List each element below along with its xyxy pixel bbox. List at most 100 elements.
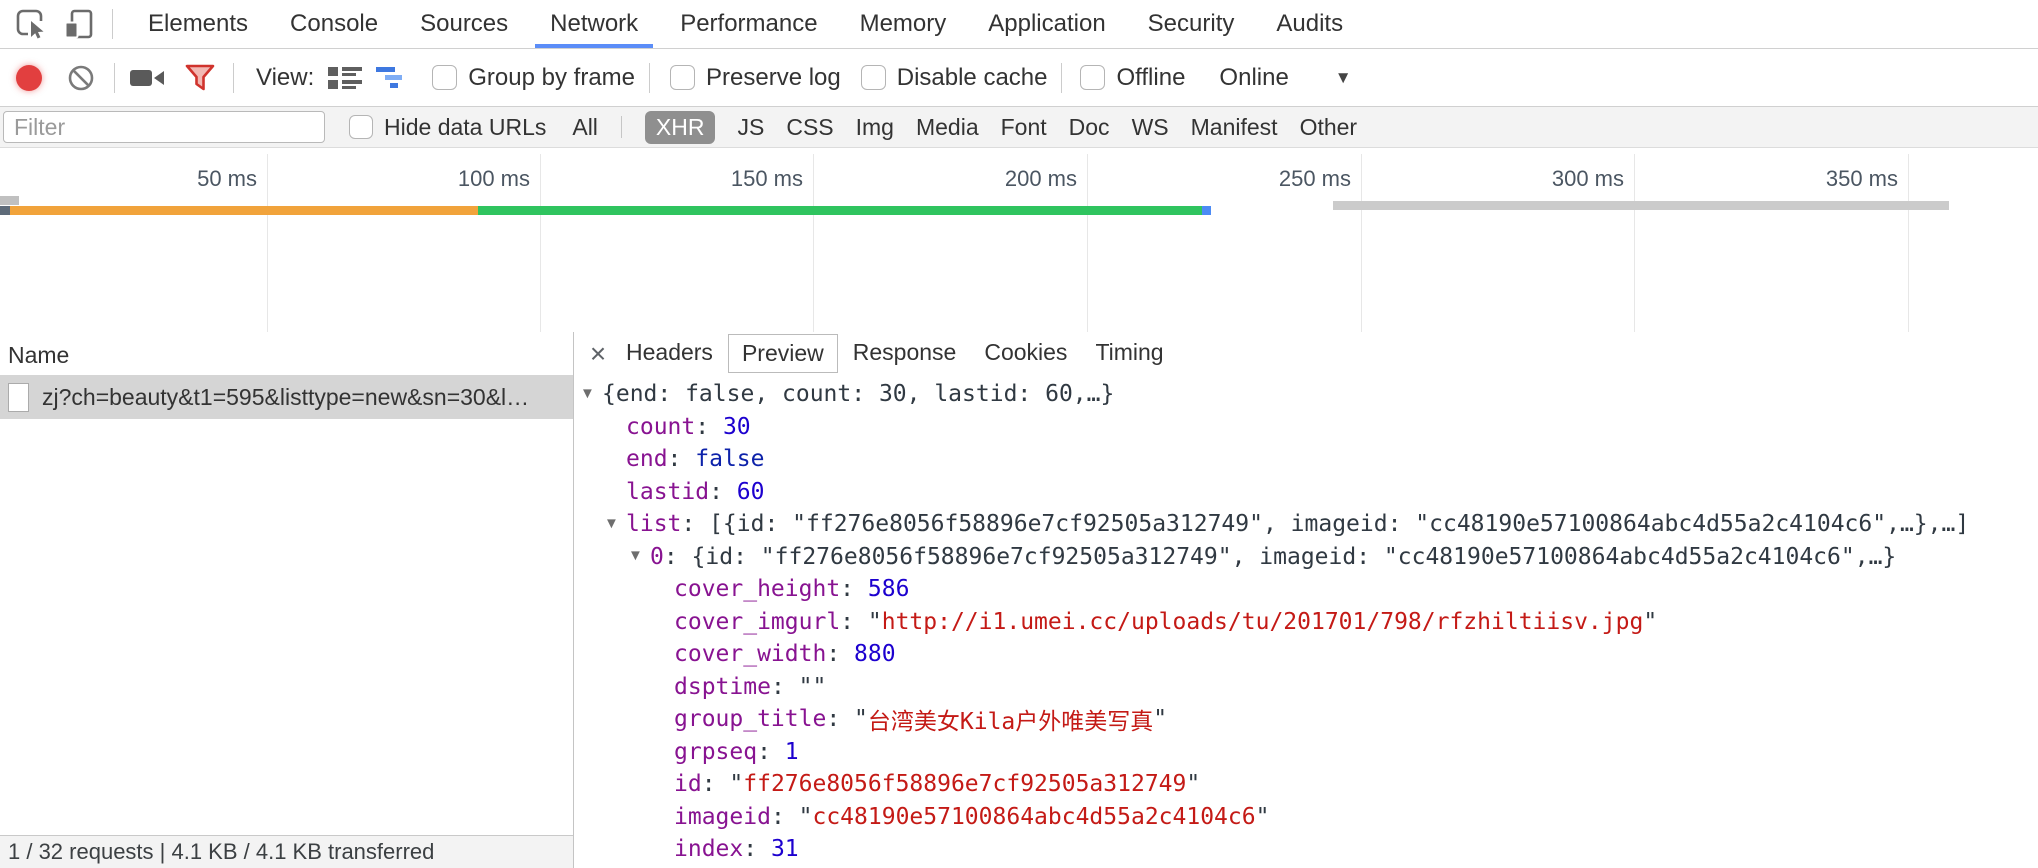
overview-scroll-thumb[interactable] bbox=[1333, 201, 1949, 210]
tab-console[interactable]: Console bbox=[269, 0, 399, 48]
devtools-tabbar: ElementsConsoleSourcesNetworkPerformance… bbox=[0, 0, 2038, 49]
network-overview[interactable]: 50 ms100 ms150 ms200 ms250 ms300 ms350 m… bbox=[0, 148, 2038, 335]
inspect-cursor-icon bbox=[14, 7, 48, 41]
request-row[interactable]: zj?ch=beauty&t1=595&listtype=new&sn=30&l… bbox=[0, 375, 573, 419]
timeline-gridline bbox=[1634, 154, 1635, 334]
clear-button[interactable] bbox=[62, 59, 100, 97]
filter-type-media[interactable]: Media bbox=[916, 114, 979, 141]
tree-text-num: 586 bbox=[868, 576, 910, 602]
tree-row: ▼{end: false, count: 30, lastid: 60,…} bbox=[574, 378, 2038, 411]
tab-sources[interactable]: Sources bbox=[399, 0, 529, 48]
tree-text-plain: " bbox=[1643, 609, 1657, 635]
filter-type-xhr[interactable]: XHR bbox=[645, 111, 716, 144]
close-details-button[interactable]: × bbox=[584, 340, 612, 368]
group-by-frame-checkbox[interactable]: Group by frame bbox=[432, 64, 635, 92]
tree-text-plain: : bbox=[709, 479, 737, 505]
tree-text-key: count bbox=[626, 414, 695, 440]
offline-checkbox[interactable]: Offline bbox=[1080, 64, 1185, 92]
timeline-tick-label: 200 ms bbox=[907, 166, 1077, 192]
filter-type-css[interactable]: CSS bbox=[786, 114, 833, 141]
filter-type-other[interactable]: Other bbox=[1300, 114, 1358, 141]
checkbox-icon bbox=[861, 65, 886, 90]
tree-text-key: lastid bbox=[626, 479, 709, 505]
preserve-log-checkbox[interactable]: Preserve log bbox=[670, 64, 841, 92]
tree-text-str: cc48190e57100864abc4d55a2c4104c6 bbox=[812, 804, 1255, 830]
filter-type-doc[interactable]: Doc bbox=[1069, 114, 1110, 141]
tree-text-str: ff276e8056f58896e7cf92505a312749 bbox=[743, 771, 1186, 797]
filter-type-manifest[interactable]: Manifest bbox=[1191, 114, 1278, 141]
checkbox-icon bbox=[670, 65, 695, 90]
tree-row: imageid: "cc48190e57100864abc4d55a2c4104… bbox=[574, 801, 2038, 834]
timeline-gridline bbox=[813, 154, 814, 334]
inspect-element-button[interactable] bbox=[12, 5, 50, 43]
disable-cache-checkbox[interactable]: Disable cache bbox=[861, 64, 1048, 92]
details-tab-timing[interactable]: Timing bbox=[1082, 334, 1176, 373]
tab-performance[interactable]: Performance bbox=[659, 0, 838, 48]
capture-screenshots-button[interactable] bbox=[129, 59, 167, 97]
view-label: View: bbox=[256, 64, 314, 92]
timeline-tick-label: 100 ms bbox=[360, 166, 530, 192]
filter-divider bbox=[621, 116, 622, 138]
filter-type-all[interactable]: All bbox=[572, 114, 598, 141]
filter-toggle-button[interactable] bbox=[181, 59, 219, 97]
tree-row: grpseq: 1 bbox=[574, 736, 2038, 769]
funnel-filter-icon bbox=[184, 63, 216, 93]
checkbox-icon bbox=[432, 65, 457, 90]
overview-bar-segment bbox=[0, 206, 10, 215]
expand-arrow-icon[interactable]: ▼ bbox=[580, 385, 602, 402]
filter-input[interactable] bbox=[3, 111, 325, 143]
expand-arrow-icon[interactable]: ▼ bbox=[604, 515, 626, 532]
tree-text-key: list bbox=[626, 511, 681, 537]
tree-row: count: 30 bbox=[574, 411, 2038, 444]
overview-bar-segment bbox=[10, 206, 478, 215]
filter-type-font[interactable]: Font bbox=[1001, 114, 1047, 141]
expand-arrow-icon[interactable]: ▼ bbox=[628, 547, 650, 564]
tab-network[interactable]: Network bbox=[529, 0, 659, 48]
tree-text-plain: " bbox=[1153, 706, 1167, 732]
device-toolbar-button[interactable] bbox=[60, 5, 98, 43]
details-tab-preview[interactable]: Preview bbox=[728, 334, 838, 373]
record-icon bbox=[16, 65, 42, 91]
tree-text-key: grpseq bbox=[674, 739, 757, 765]
tab-memory[interactable]: Memory bbox=[839, 0, 968, 48]
tab-audits[interactable]: Audits bbox=[1255, 0, 1364, 48]
tree-text-key: 0 bbox=[650, 544, 664, 570]
tree-text-plain: : {id: "ff276e8056f58896e7cf92505a312749… bbox=[664, 544, 1896, 570]
details-tab-headers[interactable]: Headers bbox=[613, 334, 726, 373]
filter-type-img[interactable]: Img bbox=[856, 114, 894, 141]
panel-tabs: ElementsConsoleSourcesNetworkPerformance… bbox=[127, 0, 1364, 48]
tab-application[interactable]: Application bbox=[967, 0, 1126, 48]
details-tab-response[interactable]: Response bbox=[840, 334, 970, 373]
active-tab-indicator bbox=[535, 44, 653, 48]
timeline-tick-label: 150 ms bbox=[633, 166, 803, 192]
tree-text-bool: false bbox=[695, 446, 764, 472]
tree-text-key: dsptime bbox=[674, 674, 771, 700]
throttling-caret-icon[interactable]: ▼ bbox=[1335, 68, 1352, 88]
tree-text-plain: : bbox=[695, 414, 723, 440]
tree-row: ▼0: {id: "ff276e8056f58896e7cf92505a3127… bbox=[574, 541, 2038, 574]
preserve-log-label: Preserve log bbox=[706, 64, 841, 92]
details-tab-cookies[interactable]: Cookies bbox=[971, 334, 1080, 373]
tree-text-plain: {end: false, count: 30, lastid: 60,…} bbox=[602, 381, 1114, 407]
tab-security[interactable]: Security bbox=[1127, 0, 1256, 48]
tab-elements[interactable]: Elements bbox=[127, 0, 269, 48]
hide-data-urls-checkbox[interactable]: Hide data URLs bbox=[349, 114, 546, 141]
waterfall-view-button[interactable] bbox=[374, 59, 412, 97]
overview-bar-segment bbox=[478, 206, 1202, 215]
offline-label: Offline bbox=[1116, 64, 1185, 92]
tree-row: id: "ff276e8056f58896e7cf92505a312749" bbox=[574, 768, 2038, 801]
throttling-select[interactable]: Online bbox=[1219, 64, 1288, 92]
list-view-icon bbox=[328, 65, 362, 91]
timeline-gridline bbox=[1908, 154, 1909, 334]
record-button[interactable] bbox=[10, 59, 48, 97]
details-tabbar: × HeadersPreviewResponseCookiesTiming bbox=[574, 332, 2038, 375]
filter-type-js[interactable]: JS bbox=[737, 114, 764, 141]
tree-text-key: cover_imgurl bbox=[674, 609, 840, 635]
tree-text-plain: : bbox=[743, 836, 771, 862]
filter-type-ws[interactable]: WS bbox=[1132, 114, 1169, 141]
large-rows-view-button[interactable] bbox=[326, 59, 364, 97]
tree-text-plain: : bbox=[840, 576, 868, 602]
tree-text-key: cover_height bbox=[674, 576, 840, 602]
column-header-name[interactable]: Name bbox=[0, 332, 573, 375]
timeline-tick-label: 300 ms bbox=[1454, 166, 1624, 192]
